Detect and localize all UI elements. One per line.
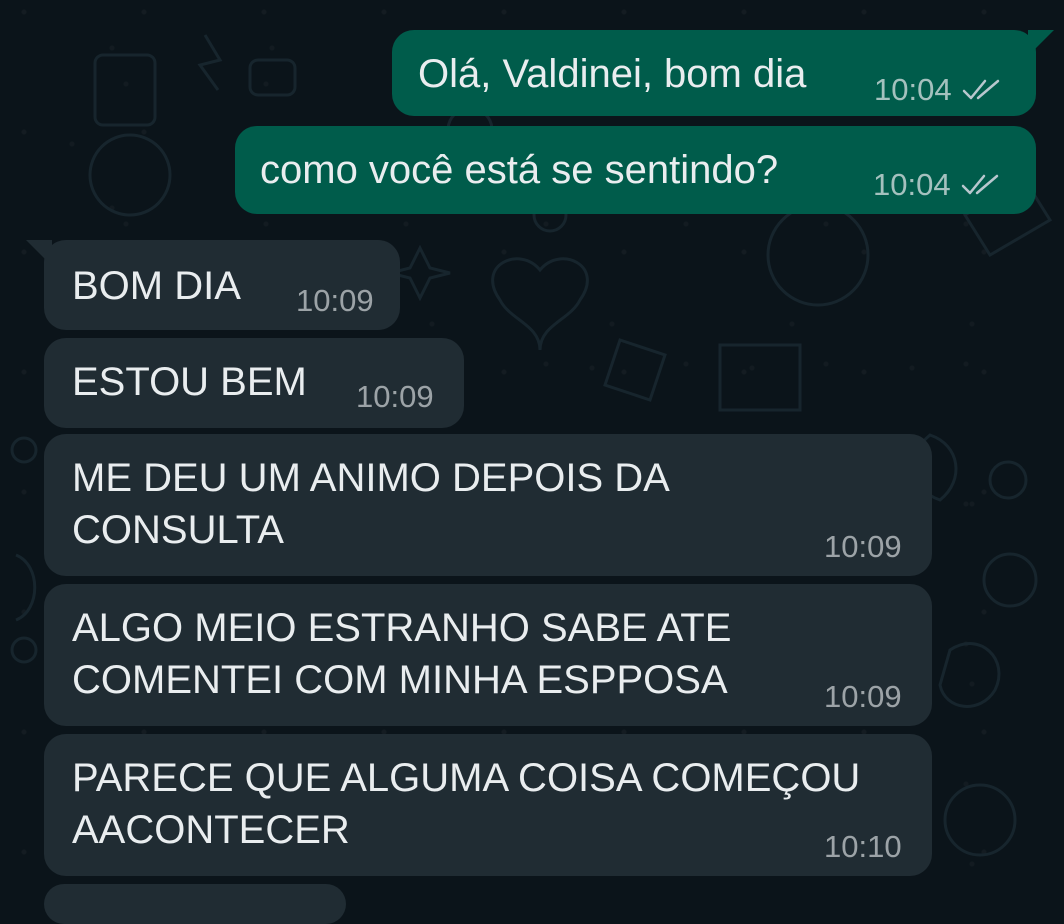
message-time: 10:10 bbox=[824, 829, 902, 864]
incoming-message-bubble[interactable]: PARECE QUE ALGUMA COISA COMEÇOU AACONTEC… bbox=[44, 734, 932, 876]
incoming-message-bubble[interactable]: ALGO MEIO ESTRANHO SABE ATE COMENTEI COM… bbox=[44, 584, 932, 726]
incoming-message-bubble[interactable]: ME DEU UM ANIMO DEPOIS DA CONSULTA 10:09 bbox=[44, 434, 932, 576]
message-time: 10:04 bbox=[873, 167, 951, 202]
message-time: 10:09 bbox=[296, 283, 374, 318]
message-time: 10:09 bbox=[356, 379, 434, 414]
read-double-check-icon bbox=[962, 79, 999, 100]
read-double-check-icon bbox=[961, 174, 998, 195]
message-text: ESTOU BEM bbox=[72, 360, 307, 404]
message-text: Olá, Valdinei, bom dia bbox=[418, 52, 807, 96]
outgoing-message-bubble[interactable]: Olá, Valdinei, bom dia 10:04 bbox=[392, 30, 1054, 116]
message-text-line: AACONTECER bbox=[72, 808, 350, 852]
message-text-line: CONSULTA bbox=[72, 508, 284, 552]
incoming-message-bubble-partial[interactable] bbox=[44, 884, 346, 924]
incoming-message-bubble[interactable]: ESTOU BEM 10:09 bbox=[44, 338, 464, 428]
message-meta: 10:04 bbox=[874, 73, 1004, 107]
incoming-message-bubble[interactable]: BOM DIA 10:09 bbox=[26, 240, 400, 330]
message-time: 10:09 bbox=[824, 529, 902, 564]
message-text-line: COMENTEI COM MINHA ESPPOSA bbox=[72, 658, 728, 702]
chat-background: Olá, Valdinei, bom dia 10:04 como você e… bbox=[0, 0, 1064, 924]
message-time: 10:09 bbox=[824, 679, 902, 714]
message-meta: 10:04 bbox=[873, 168, 1003, 202]
message-text: BOM DIA bbox=[72, 264, 241, 308]
message-text-line: ME DEU UM ANIMO DEPOIS DA bbox=[72, 456, 670, 500]
bubble-tail bbox=[26, 240, 52, 266]
message-text-line: PARECE QUE ALGUMA COISA COMEÇOU bbox=[72, 756, 861, 800]
bubble-tail bbox=[1028, 30, 1054, 56]
message-text-line: ALGO MEIO ESTRANHO SABE ATE bbox=[72, 606, 732, 650]
message-time: 10:04 bbox=[874, 72, 952, 107]
message-text: como você está se sentindo? bbox=[260, 148, 779, 192]
outgoing-message-bubble[interactable]: como você está se sentindo? 10:04 bbox=[235, 126, 1036, 214]
